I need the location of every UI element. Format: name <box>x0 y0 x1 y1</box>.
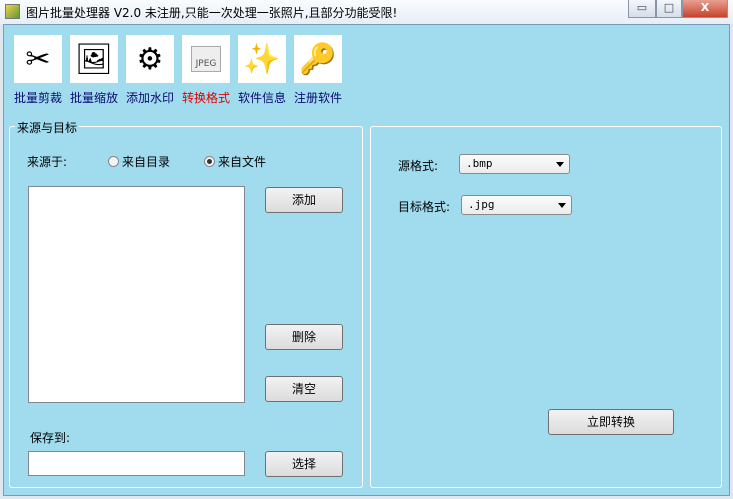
convert-group: 源格式: .bmp 目标格式: .jpg 立即转换 <box>370 126 722 488</box>
app-icon <box>5 4 20 19</box>
toolbar-button-1[interactable]: ✂ 批量剪裁 <box>12 35 64 106</box>
target-format-label: 目标格式: <box>398 200 451 214</box>
source-label: 来源于: <box>27 155 68 169</box>
save-path-input[interactable] <box>28 451 245 476</box>
radio-label: 来自目录 <box>122 155 171 169</box>
toolbar-label: 批量缩放 <box>69 91 118 105</box>
toolbar-label: 软件信息 <box>237 91 286 105</box>
toolbar-button-3[interactable]: ⚙ 添加水印 <box>124 35 176 106</box>
radio-button[interactable] <box>108 156 119 167</box>
magic-wand-icon: ✨ <box>238 35 286 83</box>
minimize-button[interactable]: ▭ <box>628 0 656 18</box>
toolbar-button-2[interactable]: 🖼 批量缩放 <box>68 35 120 106</box>
select-value: .jpg <box>468 198 495 211</box>
convert-now-button[interactable]: 立即转换 <box>548 409 674 435</box>
radio-button[interactable] <box>204 156 215 167</box>
select-value: .bmp <box>466 157 493 170</box>
toolbar-label: 批量剪裁 <box>13 91 62 105</box>
radio-from-file[interactable]: 来自文件 <box>204 153 266 170</box>
title-bar: 图片批量处理器 V2.0 未注册,只能一次处理一张照片,且部分功能受限! ▭ □… <box>0 0 733 24</box>
jpeg-file-icon: JPEG <box>182 35 230 83</box>
scissors-icon: ✂ <box>14 35 62 83</box>
window-title: 图片批量处理器 V2.0 未注册,只能一次处理一张照片,且部分功能受限! <box>26 6 398 20</box>
key-user-icon: 🔑 <box>294 35 342 83</box>
source-target-group: 来源与目标 来源于: 来自目录 来自文件 添加 删除 清空 保存到: 选择 <box>9 119 363 488</box>
source-format-select[interactable]: .bmp <box>459 154 570 174</box>
target-format-select[interactable]: .jpg <box>461 195 572 215</box>
clear-button[interactable]: 清空 <box>265 376 343 402</box>
radio-label: 来自文件 <box>218 155 267 169</box>
file-list[interactable] <box>28 186 245 403</box>
close-button[interactable]: X <box>682 0 728 18</box>
delete-button[interactable]: 删除 <box>265 324 343 350</box>
group-title: 来源与目标 <box>15 119 80 136</box>
toolbar-label: 添加水印 <box>125 91 174 105</box>
choose-button[interactable]: 选择 <box>265 451 343 477</box>
toolbar-button-6[interactable]: 🔑 注册软件 <box>292 35 344 106</box>
maximize-button[interactable]: □ <box>656 0 682 18</box>
chevron-down-icon <box>558 203 566 208</box>
main-panel: ✂ 批量剪裁 🖼 批量缩放 ⚙ 添加水印 JPEG 转换格式 ✨ 软件信息 🔑 注册软件 来源与目标 … <box>3 24 730 496</box>
source-format-label: 源格式: <box>398 159 439 173</box>
add-button[interactable]: 添加 <box>265 187 343 213</box>
picture-icon: 🖼 <box>70 35 118 83</box>
toolbar-label: 转换格式 <box>181 91 230 105</box>
toolbar-button-5[interactable]: ✨ 软件信息 <box>236 35 288 106</box>
toolbar-button-4[interactable]: JPEG 转换格式 <box>180 35 232 106</box>
chevron-down-icon <box>556 162 564 167</box>
radio-from-directory[interactable]: 来自目录 <box>108 153 170 170</box>
toolbar-label: 注册软件 <box>293 91 342 105</box>
save-to-label: 保存到: <box>30 431 71 445</box>
gear-k-icon: ⚙ <box>126 35 174 83</box>
